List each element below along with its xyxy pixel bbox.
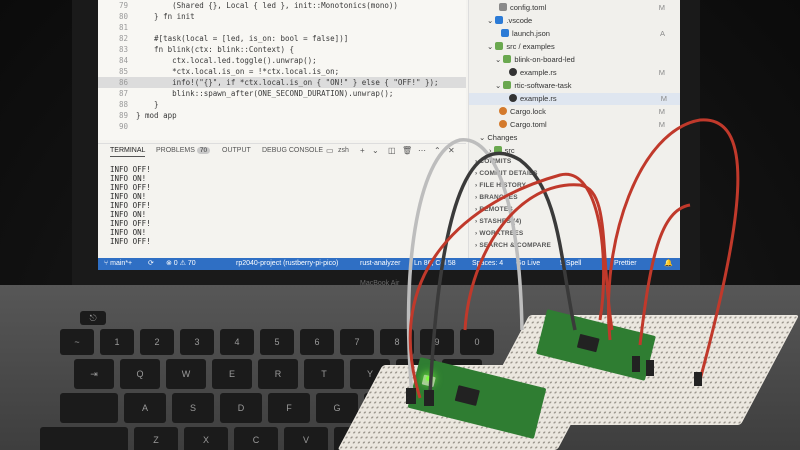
wire-connector [694, 372, 702, 386]
wire-red [606, 118, 740, 381]
wire-connector [424, 390, 434, 406]
photo-scene: 79 (Shared {}, Local { led }, init::Mono… [0, 0, 800, 450]
wire-black [428, 151, 577, 396]
wire-connector [646, 360, 654, 376]
wire-connector [632, 356, 640, 372]
jumper-wires [406, 118, 740, 406]
wire-connector [406, 388, 416, 404]
wire-red [638, 203, 691, 346]
